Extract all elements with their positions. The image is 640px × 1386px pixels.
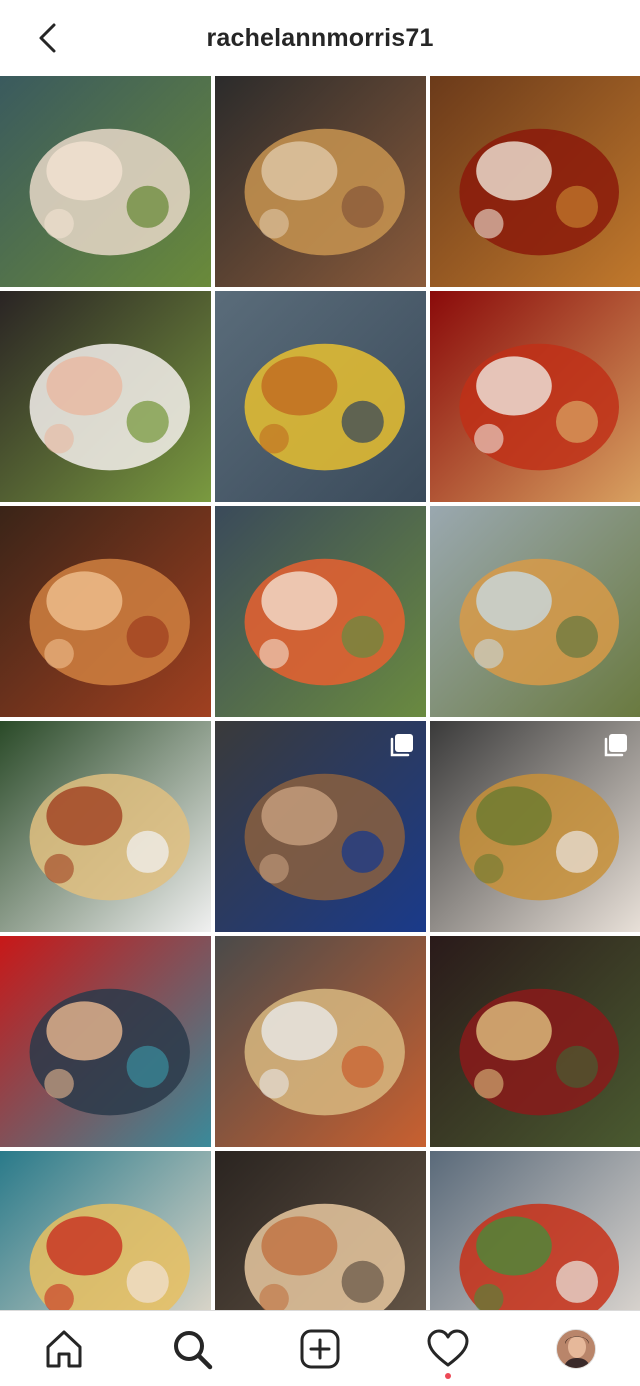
post-skewers[interactable] bbox=[430, 721, 640, 932]
post-photo bbox=[0, 721, 211, 932]
post-photo bbox=[0, 76, 211, 287]
post-breakfast-latte[interactable] bbox=[0, 1151, 211, 1310]
post-mezze-spread[interactable] bbox=[430, 1151, 640, 1310]
post-photo bbox=[215, 506, 426, 717]
post-woman-burger[interactable] bbox=[0, 936, 211, 1147]
top-bar: rachelannmorris71 bbox=[0, 0, 640, 76]
heart-icon bbox=[427, 1329, 469, 1367]
back-button[interactable] bbox=[28, 18, 68, 58]
post-ceviche[interactable] bbox=[0, 76, 211, 287]
profile-username[interactable]: rachelannmorris71 bbox=[206, 24, 433, 53]
post-scallop[interactable] bbox=[0, 506, 211, 717]
post-chili-chicken[interactable] bbox=[430, 291, 640, 502]
search-icon bbox=[174, 1331, 213, 1370]
notification-dot bbox=[445, 1373, 451, 1379]
post-photo bbox=[0, 291, 211, 502]
post-photo bbox=[215, 936, 426, 1147]
post-photo bbox=[430, 291, 640, 502]
tab-search[interactable] bbox=[168, 1325, 216, 1373]
post-photo bbox=[215, 1151, 426, 1310]
bottom-tab-bar bbox=[0, 1310, 640, 1386]
post-fried-dumplings[interactable] bbox=[215, 76, 426, 287]
post-photo bbox=[215, 76, 426, 287]
home-icon bbox=[46, 1330, 82, 1368]
post-photo bbox=[0, 1151, 211, 1310]
chevron-left-icon bbox=[39, 23, 56, 53]
post-photo bbox=[430, 76, 640, 287]
post-photo bbox=[430, 936, 640, 1147]
post-canapes-tray[interactable] bbox=[0, 721, 211, 932]
post-photo bbox=[215, 291, 426, 502]
carousel-icon bbox=[604, 734, 627, 757]
post-woman-pizza[interactable] bbox=[215, 1151, 426, 1310]
post-photo bbox=[430, 506, 640, 717]
post-chef-carving[interactable] bbox=[215, 721, 426, 932]
tab-activity[interactable] bbox=[424, 1325, 472, 1379]
carousel-icon bbox=[390, 734, 413, 757]
tab-create[interactable] bbox=[296, 1325, 344, 1373]
plus-square-icon bbox=[300, 1329, 340, 1369]
post-charcuterie[interactable] bbox=[430, 936, 640, 1147]
post-seafood-dishes[interactable] bbox=[215, 291, 426, 502]
post-sushi-plate[interactable] bbox=[215, 506, 426, 717]
post-sashimi-platter[interactable] bbox=[0, 291, 211, 502]
post-photo bbox=[0, 936, 211, 1147]
post-tea-glass[interactable] bbox=[430, 76, 640, 287]
post-poke-bowls[interactable] bbox=[430, 506, 640, 717]
post-photo bbox=[0, 506, 211, 717]
post-open-kitchen[interactable] bbox=[215, 936, 426, 1147]
avatar bbox=[556, 1329, 596, 1369]
tab-home[interactable] bbox=[40, 1325, 88, 1373]
post-photo bbox=[430, 1151, 640, 1310]
photo-grid bbox=[0, 76, 640, 1310]
tab-profile[interactable] bbox=[552, 1325, 600, 1373]
